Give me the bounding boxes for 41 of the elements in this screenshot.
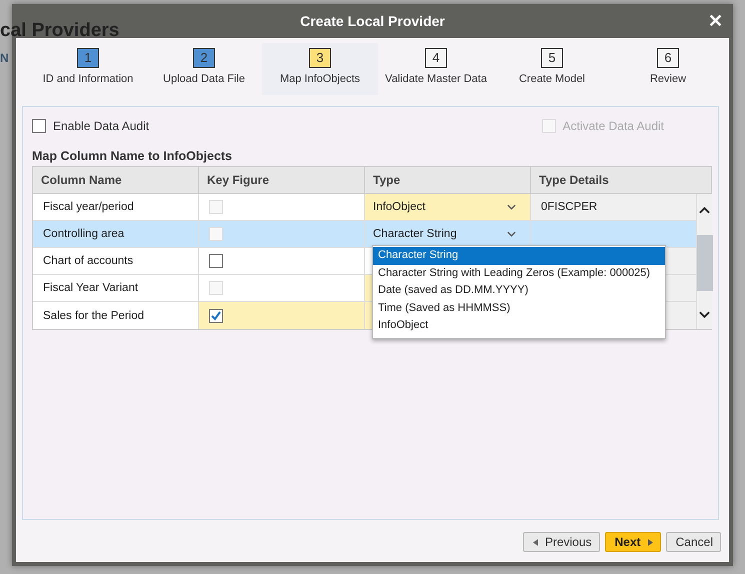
column-header: Type Details — [538, 172, 610, 189]
dropdown-option[interactable]: Time (Saved as HHMMSS) — [373, 300, 665, 317]
wizard-step[interactable]: 6 Review — [610, 43, 726, 95]
chevron-down-icon — [507, 231, 516, 237]
checkbox[interactable] — [32, 119, 46, 133]
wizard-step[interactable]: 1 ID and Information — [30, 43, 146, 95]
close-button[interactable]: ✕ — [708, 10, 723, 32]
wizard-step[interactable]: 3 Map InfoObjects — [262, 43, 378, 95]
dropdown-option[interactable]: Character String with Leading Zeros (Example: 000025) — [373, 264, 665, 282]
dropdown-option[interactable]: Character String — [373, 247, 665, 264]
column-header: Key Figure — [199, 167, 365, 193]
checkbox[interactable] — [209, 254, 223, 268]
column-header: Column Name — [33, 167, 199, 193]
table-cell: 0FISCPER — [531, 194, 696, 220]
chevron-up-icon[interactable] — [699, 206, 710, 214]
wizard-step[interactable]: 5 Create Model — [494, 43, 610, 95]
section-title: Map Column Name to InfoObjects — [32, 149, 234, 163]
column-header: Type — [365, 167, 531, 193]
previous-button[interactable]: Previous — [522, 532, 600, 552]
triangle-left-icon — [532, 538, 538, 546]
dropdown-option[interactable]: Date (saved as DD.MM.YYYY) — [373, 282, 665, 300]
window-title: Create Local Provider — [300, 13, 445, 29]
checkbox-label: Enable Data Audit — [53, 119, 150, 133]
type-dropdown[interactable]: Character String — [365, 221, 531, 247]
chevron-down-icon[interactable] — [699, 311, 710, 319]
table-cell[interactable]: Chart of accounts — [33, 248, 199, 274]
table-cell[interactable]: Fiscal Year Variant — [33, 275, 199, 301]
checkbox[interactable] — [209, 308, 223, 322]
cancel-button[interactable]: Cancel — [666, 532, 721, 552]
scrollbar-thumb[interactable] — [696, 234, 712, 290]
wizard-step[interactable]: 4 Validate Master Data — [378, 43, 494, 95]
dropdown-option[interactable]: InfoObject — [373, 317, 665, 334]
chevron-down-icon — [507, 204, 516, 210]
table-cell[interactable]: Controlling area — [33, 221, 199, 247]
next-button[interactable]: Next — [604, 532, 661, 552]
scrollbar[interactable] — [696, 194, 712, 329]
wizard-step[interactable]: 2 Upload Data File — [146, 43, 262, 95]
checkbox-label: Activate Data Audit — [562, 119, 664, 133]
table-cell[interactable]: Fiscal year/period — [33, 194, 199, 220]
type-dropdown[interactable]: InfoObject — [365, 194, 531, 220]
triangle-right-icon — [648, 538, 653, 546]
